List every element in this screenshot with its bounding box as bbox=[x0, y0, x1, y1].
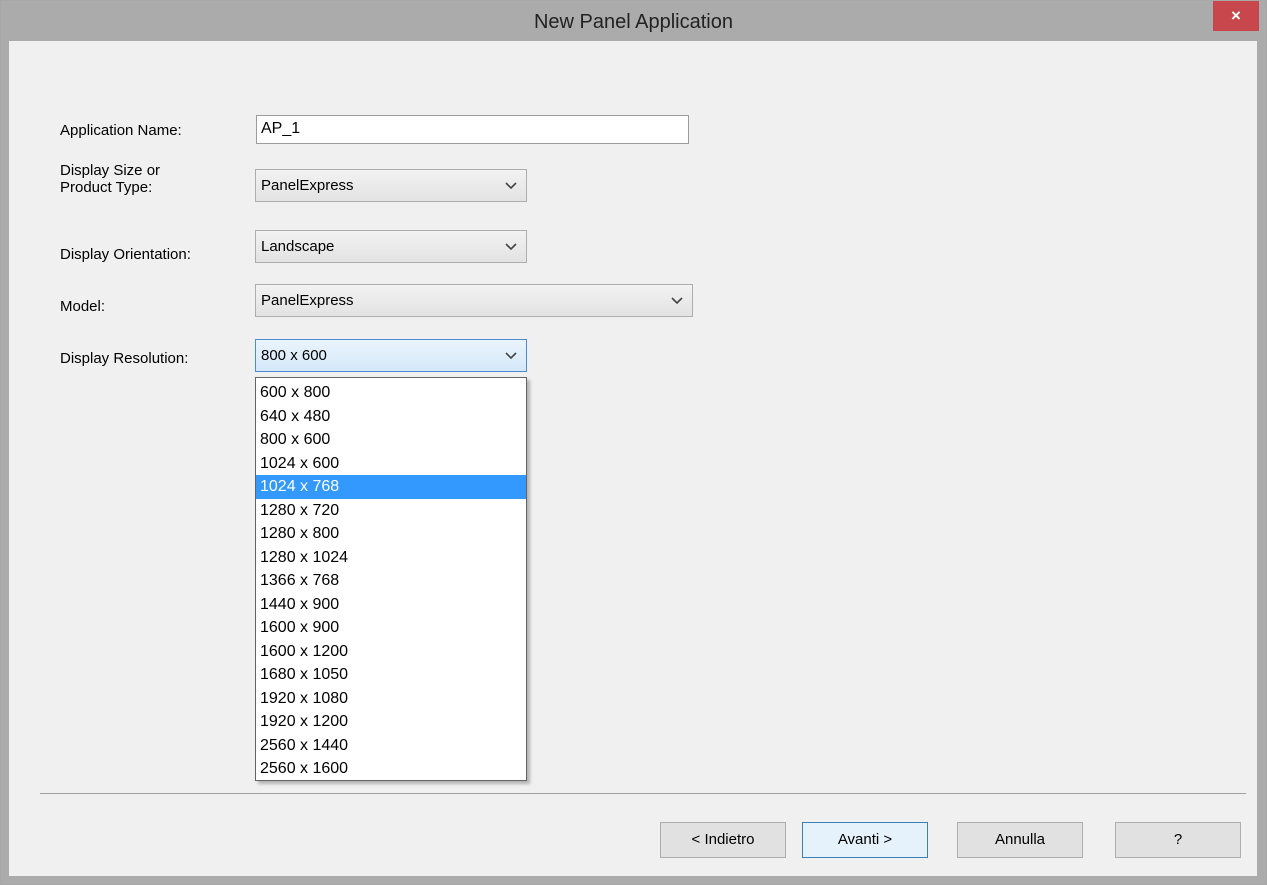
display-size-select[interactable]: PanelExpress bbox=[255, 169, 527, 202]
chevron-down-icon bbox=[505, 352, 517, 360]
orientation-value: Landscape bbox=[261, 238, 335, 255]
resolution-option[interactable]: 1920 x 1200 bbox=[256, 710, 526, 734]
resolution-option[interactable]: 1920 x 1080 bbox=[256, 687, 526, 711]
resolution-option[interactable]: 2560 x 1440 bbox=[256, 734, 526, 758]
dialog-window: New Panel Application × Application Name… bbox=[0, 0, 1267, 885]
orientation-select[interactable]: Landscape bbox=[255, 230, 527, 263]
resolution-option[interactable]: 1600 x 900 bbox=[256, 616, 526, 640]
resolution-value: 800 x 600 bbox=[261, 347, 327, 364]
resolution-option[interactable]: 2560 x 1600 bbox=[256, 757, 526, 781]
next-button[interactable]: Avanti > bbox=[802, 822, 928, 858]
resolution-option[interactable]: 1280 x 800 bbox=[256, 522, 526, 546]
app-name-input[interactable]: AP_1 bbox=[256, 115, 689, 144]
model-value: PanelExpress bbox=[261, 292, 354, 309]
resolution-option[interactable]: 1280 x 1024 bbox=[256, 546, 526, 570]
help-button[interactable]: ? bbox=[1115, 822, 1241, 858]
orientation-label: Display Orientation: bbox=[60, 246, 191, 263]
model-label: Model: bbox=[60, 298, 106, 315]
model-select[interactable]: PanelExpress bbox=[255, 284, 693, 317]
title-bar[interactable]: New Panel Application × bbox=[1, 1, 1266, 41]
dialog-body: Application Name: AP_1 Display Size or P… bbox=[9, 41, 1257, 876]
resolution-option[interactable]: 1680 x 1050 bbox=[256, 663, 526, 687]
resolution-option[interactable]: 1600 x 1200 bbox=[256, 640, 526, 664]
close-button[interactable]: × bbox=[1213, 1, 1259, 31]
chevron-down-icon bbox=[505, 243, 517, 251]
display-size-value: PanelExpress bbox=[261, 177, 354, 194]
resolution-option[interactable]: 640 x 480 bbox=[256, 405, 526, 429]
chevron-down-icon bbox=[671, 297, 683, 305]
footer-separator bbox=[40, 793, 1246, 794]
window-title: New Panel Application bbox=[533, 11, 733, 33]
resolution-label: Display Resolution: bbox=[60, 350, 189, 367]
resolution-option[interactable]: 800 x 600 bbox=[256, 428, 526, 452]
resolution-option[interactable]: 1440 x 900 bbox=[256, 593, 526, 617]
display-size-label: Display Size or Product Type: bbox=[60, 162, 161, 196]
chevron-down-icon bbox=[505, 182, 517, 190]
app-name-label: Application Name: bbox=[60, 122, 182, 139]
resolution-option[interactable]: 1366 x 768 bbox=[256, 569, 526, 593]
resolution-option[interactable]: 1280 x 720 bbox=[256, 499, 526, 523]
resolution-option[interactable]: 1024 x 768 bbox=[256, 475, 526, 499]
back-button[interactable]: < Indietro bbox=[660, 822, 786, 858]
resolution-option[interactable]: 1024 x 600 bbox=[256, 452, 526, 476]
resolution-dropdown-list[interactable]: 600 x 800 640 x 480 800 x 600 1024 x 600 102… bbox=[255, 377, 527, 781]
resolution-select[interactable]: 800 x 600 bbox=[255, 339, 527, 372]
cancel-button[interactable]: Annulla bbox=[957, 822, 1083, 858]
resolution-option[interactable]: 600 x 800 bbox=[256, 381, 526, 405]
